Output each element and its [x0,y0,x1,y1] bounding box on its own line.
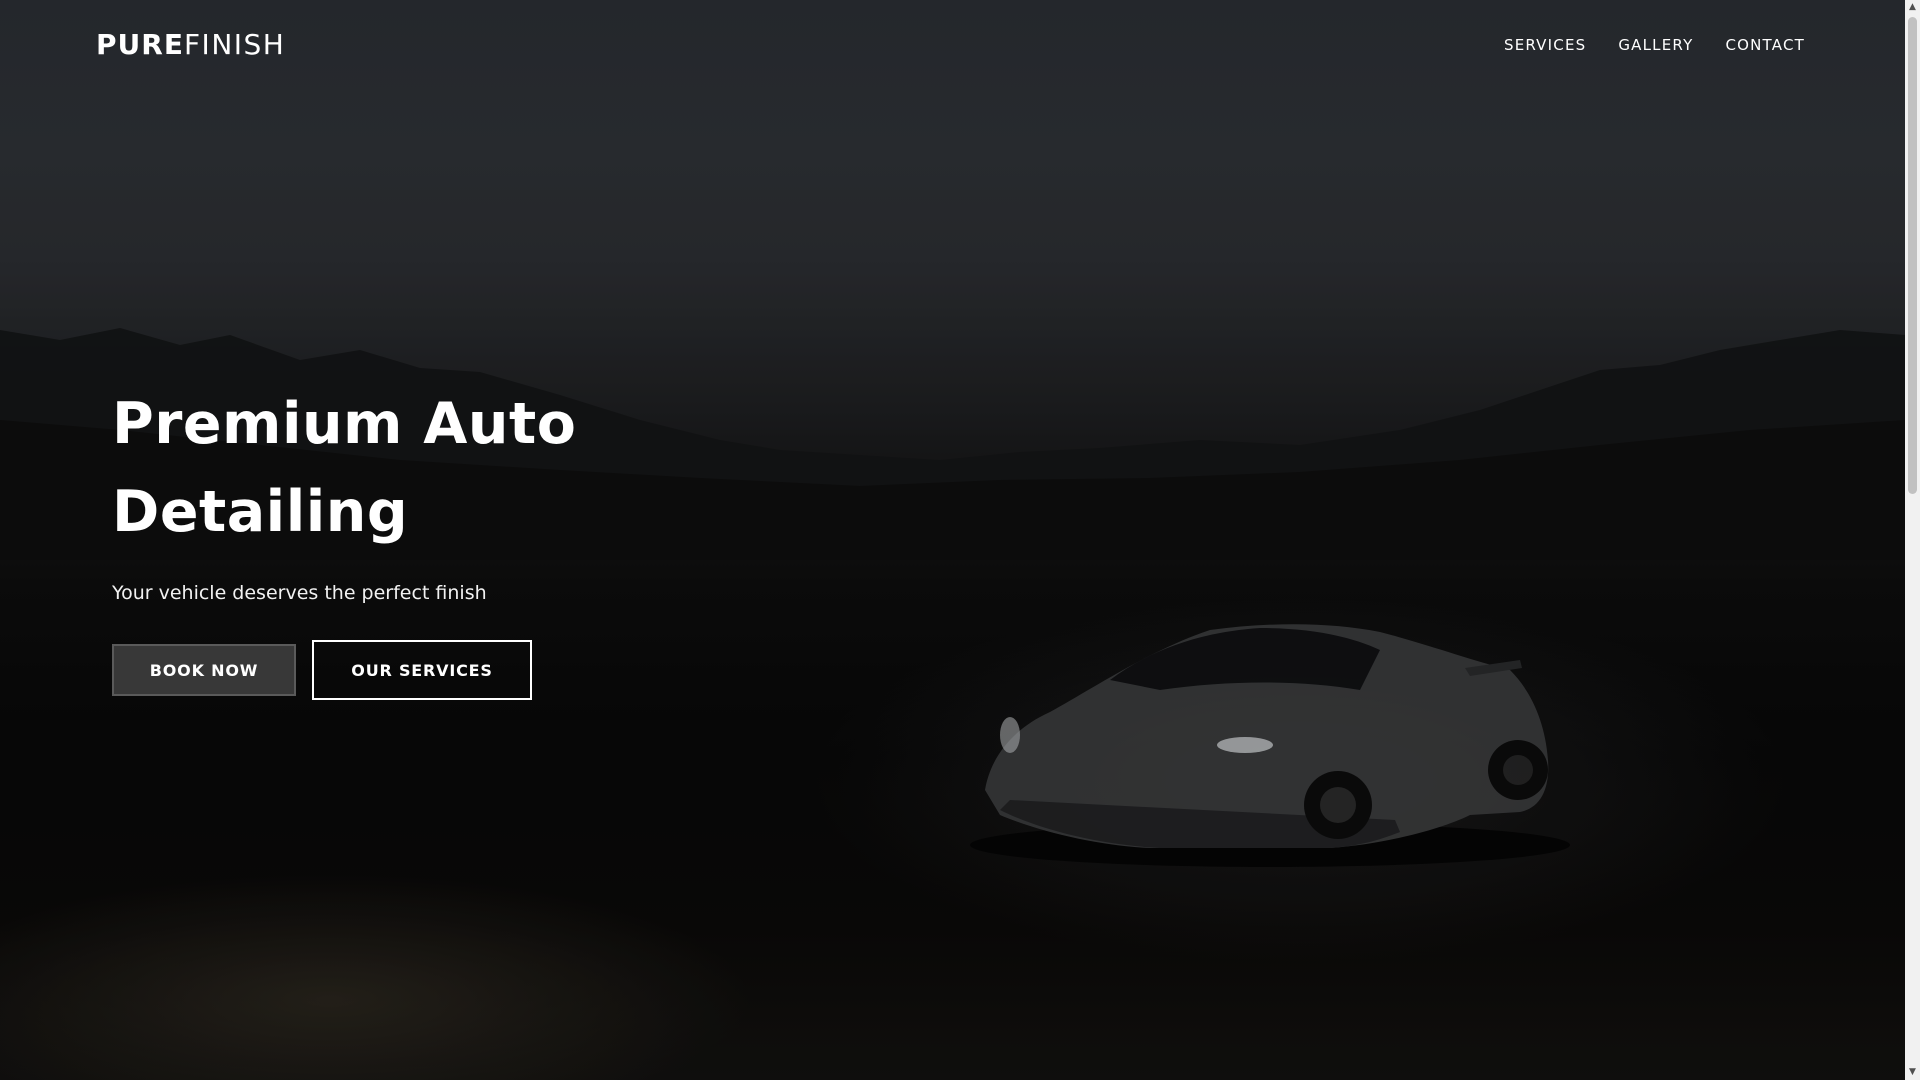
scroll-down-arrow-icon[interactable]: ▼ [1905,1065,1920,1080]
nav-link-contact[interactable]: CONTACT [1725,36,1805,54]
nav-link-services[interactable]: SERVICES [1504,36,1586,54]
scroll-up-arrow-icon[interactable]: ▲ [1905,0,1920,15]
site-logo[interactable]: PUREFINISH [96,28,285,61]
logo-light-text: FINISH [183,28,286,61]
main-nav: SERVICES GALLERY CONTACT [1504,36,1805,54]
hero-title-line-1: Premium Auto [112,391,577,457]
scrollbar-thumb[interactable] [1908,17,1917,494]
vertical-scrollbar[interactable]: ▲ ▼ [1905,0,1920,1080]
book-now-button[interactable]: BOOK NOW [112,644,296,696]
hero-content: Premium Auto Detailing Your vehicle dese… [112,380,672,606]
nav-link-gallery[interactable]: GALLERY [1618,36,1693,54]
hero-subtitle: Your vehicle deserves the perfect finish [112,582,487,604]
hero-title-line-2: Detailing [112,479,409,545]
logo-bold-text: PURE [96,28,184,61]
page-viewport: PUREFINISH SERVICES GALLERY CONTACT Prem… [0,0,1905,1080]
hero-title: Premium Auto Detailing [112,380,672,556]
our-services-button[interactable]: OUR SERVICES [312,640,532,700]
hero-cta-group: BOOK NOW OUR SERVICES [112,640,532,700]
